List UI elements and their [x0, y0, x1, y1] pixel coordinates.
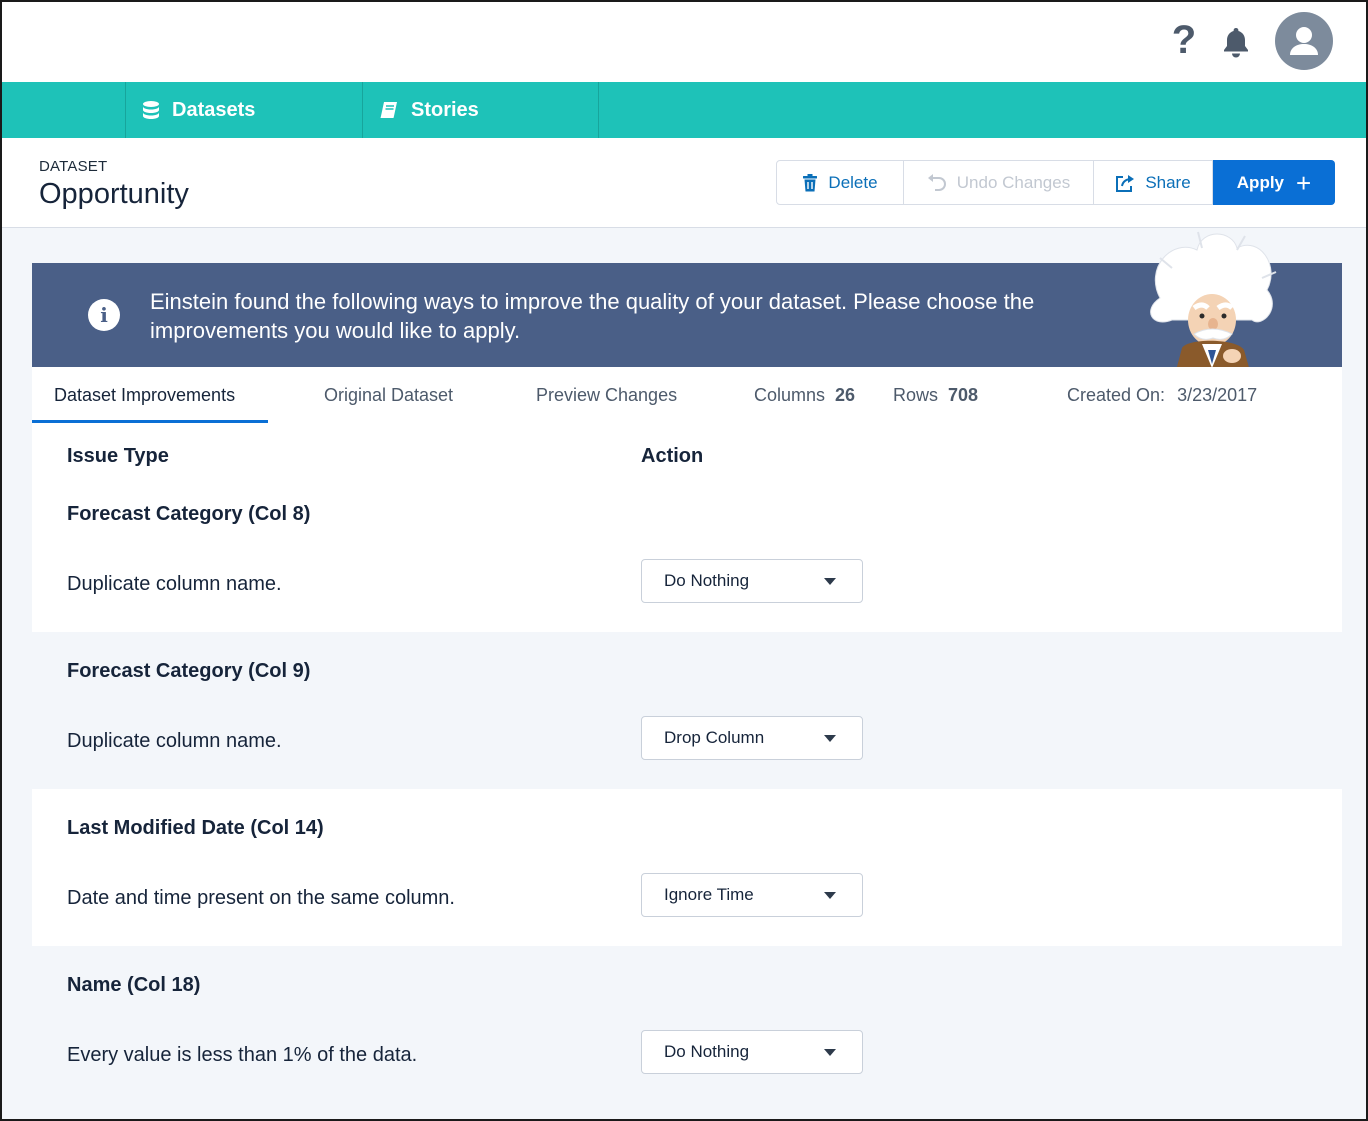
- tab-original-dataset[interactable]: Original Dataset: [324, 367, 453, 423]
- action-select-value: Drop Column: [664, 728, 765, 747]
- action-header: Action: [641, 445, 704, 467]
- issue-title: Name (Col 18): [67, 974, 201, 996]
- action-select[interactable]: Drop Column: [641, 716, 863, 760]
- action-button-group: Delete Undo Changes Share Apply +: [776, 160, 1335, 205]
- rows-label: Rows: [893, 385, 939, 405]
- database-icon: [142, 100, 160, 120]
- issue-title: Forecast Category (Col 8): [67, 503, 311, 525]
- global-header: ?: [2, 2, 1366, 82]
- table-row: Forecast Category (Col 8) Duplicate colu…: [32, 475, 1342, 632]
- dataset-tabs: Dataset Improvements Original Dataset Pr…: [32, 367, 1342, 423]
- app-window: ? Datasets Stories DATASET Opportunity D…: [0, 0, 1368, 1121]
- chevron-down-icon: [824, 892, 836, 899]
- apply-label: Apply: [1236, 172, 1285, 192]
- action-select[interactable]: Do Nothing: [641, 559, 863, 603]
- created-value: 3/23/2017: [1177, 385, 1258, 405]
- chevron-down-icon: [824, 578, 836, 585]
- page-header: DATASET Opportunity Delete Undo Changes …: [2, 138, 1366, 228]
- issue-description: Duplicate column name.: [67, 730, 282, 752]
- issue-description: Every value is less than 1% of the data.: [67, 1044, 418, 1066]
- share-label: Share: [1145, 172, 1191, 192]
- issue-title: Last Modified Date (Col 14): [67, 817, 324, 839]
- share-icon: [1115, 174, 1135, 192]
- issue-title: Forecast Category (Col 9): [67, 660, 311, 682]
- user-icon: [1290, 27, 1318, 55]
- undo-label: Undo Changes: [956, 172, 1071, 192]
- tab-dataset-improvements[interactable]: Dataset Improvements: [54, 367, 235, 423]
- columns-label: Columns: [754, 385, 826, 405]
- undo-icon: [927, 173, 947, 192]
- book-icon: [379, 101, 399, 119]
- delete-button[interactable]: Delete: [777, 161, 904, 204]
- action-select[interactable]: Do Nothing: [641, 1030, 863, 1074]
- question-icon[interactable]: ?: [1168, 18, 1200, 62]
- columns-count: Columns 26: [754, 367, 855, 423]
- einstein-mascot-image: [1142, 228, 1282, 378]
- issue-description: Date and time present on the same column…: [67, 887, 455, 909]
- issue-type-header: Issue Type: [67, 445, 169, 467]
- action-select-value: Do Nothing: [664, 1042, 750, 1061]
- improvements-table: Issue Type Action Forecast Category (Col…: [32, 423, 1342, 1103]
- nav-tab-label: Stories: [411, 98, 479, 121]
- action-select-value: Do Nothing: [664, 571, 750, 590]
- nav-tab-label: Datasets: [172, 98, 256, 121]
- columns-value: 26: [835, 385, 856, 405]
- created-label: Created On:: [1067, 385, 1166, 405]
- share-button[interactable]: Share: [1094, 161, 1213, 204]
- table-row: Name (Col 18) Every value is less than 1…: [32, 946, 1342, 1103]
- rows-count: Rows 708: [893, 367, 978, 423]
- apply-button[interactable]: Apply +: [1213, 160, 1335, 205]
- user-avatar[interactable]: [1275, 12, 1333, 70]
- table-row: Last Modified Date (Col 14) Date and tim…: [32, 789, 1342, 946]
- action-select[interactable]: Ignore Time: [641, 873, 863, 917]
- chevron-down-icon: [824, 735, 836, 742]
- created-on: Created On: 3/23/2017: [1067, 367, 1257, 423]
- tab-preview-changes[interactable]: Preview Changes: [536, 367, 677, 423]
- object-type-label: DATASET: [39, 158, 108, 175]
- plus-icon: +: [1296, 167, 1312, 198]
- chevron-down-icon: [824, 1049, 836, 1056]
- undo-changes-button[interactable]: Undo Changes: [904, 161, 1094, 204]
- rows-value: 708: [948, 385, 979, 405]
- nav-tab-stories[interactable]: Stories: [362, 82, 599, 138]
- bell-icon[interactable]: [1218, 24, 1254, 60]
- app-nav-bar: Datasets Stories: [2, 82, 1366, 138]
- issue-description: Duplicate column name.: [67, 573, 282, 595]
- nav-tab-datasets[interactable]: Datasets: [125, 82, 362, 138]
- action-select-value: Ignore Time: [664, 885, 754, 904]
- page-title: Opportunity: [39, 178, 189, 210]
- table-row: Forecast Category (Col 9) Duplicate colu…: [32, 632, 1342, 789]
- trash-icon: [802, 173, 818, 192]
- banner-message: Einstein found the following ways to imp…: [150, 289, 1035, 343]
- info-icon: i: [88, 299, 120, 331]
- delete-label: Delete: [828, 172, 878, 192]
